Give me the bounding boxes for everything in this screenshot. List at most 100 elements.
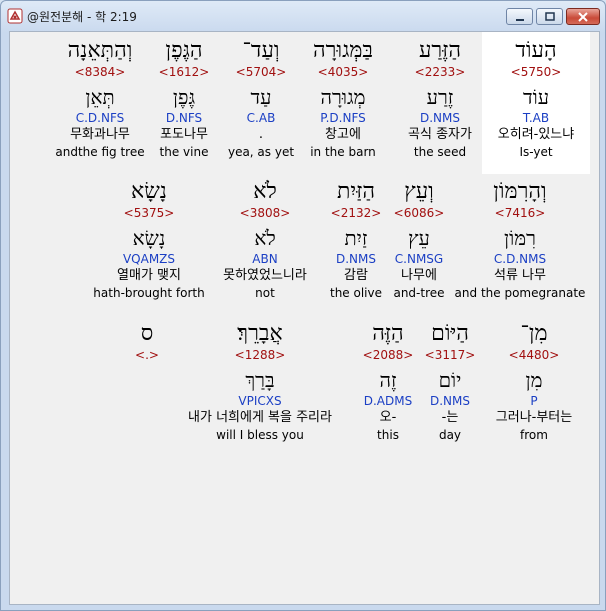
app-window: @원전분해 - 학 2:19 הָעוֹד <5750> עוֹד T.AB 오… bbox=[0, 0, 606, 611]
english-gloss: and the pomegranate bbox=[454, 286, 586, 300]
hebrew-word: וְעַד־ bbox=[242, 38, 280, 63]
lexical-form: מְגוּרָה bbox=[320, 85, 366, 109]
lexical-form: גֶּפֶן bbox=[172, 85, 196, 109]
parsing-code: T.AB bbox=[522, 111, 550, 125]
hebrew-word: הַזֶּרַע bbox=[418, 38, 462, 63]
korean-gloss: 석류 나무 bbox=[494, 268, 546, 283]
lexical-form: תְּאֵן bbox=[85, 85, 115, 109]
parsing-code: D.NMS bbox=[429, 394, 470, 408]
hebrew-word: וְהָרִמּוֹן bbox=[493, 179, 547, 204]
korean-gloss: 포도나무 bbox=[160, 127, 208, 142]
hebrew-word: ס bbox=[140, 321, 154, 346]
strong-number: <4480> bbox=[508, 348, 560, 362]
english-gloss: andthe fig tree bbox=[55, 145, 145, 159]
parsing-code: C.D.NFS bbox=[75, 111, 125, 125]
word-card[interactable]: וְעֵץ <6086> עֵץ C.NMSG 나무에 and-tree bbox=[393, 179, 444, 301]
strong-number: <5375> bbox=[123, 206, 175, 220]
hebrew-word: נָשָׂא bbox=[131, 179, 167, 204]
korean-gloss: 곡식 종자가 bbox=[408, 127, 472, 142]
strong-number: <7416> bbox=[494, 206, 546, 220]
close-button[interactable] bbox=[566, 8, 600, 25]
parsing-code: D.NMS bbox=[335, 252, 377, 266]
lexical-form: עַד bbox=[250, 85, 272, 109]
close-icon bbox=[578, 12, 588, 22]
word-card[interactable]: הַזַּיִת <2132> זַיִת D.NMS 감람 the olive bbox=[330, 179, 382, 301]
strong-number: <.> bbox=[135, 348, 159, 362]
korean-gloss: 내가 너희에게 복을 주리라 bbox=[188, 410, 332, 425]
minimize-icon bbox=[515, 19, 524, 21]
parsing-code: C.AB bbox=[246, 111, 276, 125]
korean-gloss: . bbox=[258, 127, 264, 142]
minimize-button[interactable] bbox=[506, 8, 533, 25]
word-card[interactable]: הַזֶּרַע <2233> זֶרַע D.NMS 곡식 종자가 the s… bbox=[408, 38, 472, 160]
lexical-form: לֹא bbox=[254, 226, 276, 250]
english-gloss: Is-yet bbox=[519, 145, 553, 159]
maximize-button[interactable] bbox=[536, 8, 563, 25]
english-gloss: the seed bbox=[413, 145, 467, 159]
word-card[interactable]: הַיּוֹם <3117> יוֹם D.NMS -는 day bbox=[425, 321, 476, 443]
hebrew-word: בַּמְּגוּרָה bbox=[313, 38, 373, 63]
parsing-code: ABN bbox=[252, 252, 278, 266]
korean-gloss: 열매가 맺지 bbox=[117, 268, 181, 283]
english-gloss: the olive bbox=[329, 286, 383, 300]
hebrew-word: לֹא bbox=[253, 179, 277, 204]
lexical-form: נָשָׂא bbox=[132, 226, 166, 250]
korean-gloss: 감람 bbox=[344, 268, 368, 283]
hebrew-word: הַזֶּה bbox=[372, 321, 404, 346]
hebrew-app-icon bbox=[7, 8, 23, 24]
english-gloss: hath-brought forth bbox=[93, 286, 205, 300]
lexical-form: זֶרַע bbox=[426, 85, 454, 109]
korean-gloss: 그러나-부터는 bbox=[495, 410, 573, 425]
english-gloss: will I bless you bbox=[216, 428, 304, 442]
strong-number: <3808> bbox=[239, 206, 291, 220]
word-card[interactable]: אֲבָרֵךְ׃ <1288> בָּרַךְ VPICXS 내가 너희에게 … bbox=[188, 321, 332, 443]
word-card[interactable]: הָעוֹד <5750> עוֹד T.AB 오히려-있느냐 Is-yet bbox=[498, 38, 574, 160]
hebrew-word: מִן־ bbox=[520, 321, 548, 346]
word-card[interactable]: ס <.> bbox=[135, 321, 159, 367]
strong-number: <2233> bbox=[414, 65, 466, 79]
strong-number: <3117> bbox=[424, 348, 476, 362]
hebrew-word: וְעֵץ bbox=[404, 179, 434, 204]
lexical-form: זַיִת bbox=[344, 226, 368, 250]
strong-number: <1612> bbox=[158, 65, 210, 79]
lexical-form: מִן bbox=[525, 368, 543, 392]
word-card[interactable]: לֹא <3808> לֹא ABN 못하였었느니라 not bbox=[223, 179, 307, 301]
word-card[interactable]: הַזֶּה <2088> זֶה D.ADMS 오- this bbox=[363, 321, 414, 443]
word-card[interactable]: וְעַד־ <5704> עַד C.AB . yea, as yet bbox=[228, 38, 294, 160]
english-gloss: in the barn bbox=[310, 145, 376, 159]
hebrew-word: הַיּוֹם bbox=[431, 321, 469, 346]
strong-number: <6086> bbox=[393, 206, 445, 220]
english-gloss: not bbox=[255, 286, 275, 300]
english-gloss: yea, as yet bbox=[227, 145, 295, 159]
parsing-code: VPICXS bbox=[238, 394, 282, 408]
lexical-form: יוֹם bbox=[438, 368, 462, 392]
hebrew-word: הַגֶּפֶן bbox=[165, 38, 203, 63]
parsing-code: D.NMS bbox=[419, 111, 460, 125]
english-gloss: and-tree bbox=[393, 286, 445, 300]
lexical-form: זֶה bbox=[379, 368, 397, 392]
strong-number: <2132> bbox=[330, 206, 382, 220]
parsing-code: C.D.NMS bbox=[493, 252, 547, 266]
strong-number: <4035> bbox=[317, 65, 369, 79]
parsing-code: P.D.NFS bbox=[320, 111, 366, 125]
strong-number: <8384> bbox=[74, 65, 126, 79]
lexical-form: בָּרַךְ bbox=[245, 368, 275, 392]
korean-gloss: 오히려-있느냐 bbox=[497, 127, 575, 142]
word-card[interactable]: הַגֶּפֶן <1612> גֶּפֶן D.NFS 포도나무 the vi… bbox=[159, 38, 210, 160]
word-card[interactable]: וְהָרִמּוֹן <7416> רִמּוֹן C.D.NMS 석류 나무… bbox=[455, 179, 586, 301]
title-bar[interactable]: @원전분해 - 학 2:19 bbox=[1, 1, 605, 31]
parsing-code: C.NMSG bbox=[394, 252, 444, 266]
english-gloss: the vine bbox=[159, 145, 209, 159]
window-title: @원전분해 - 학 2:19 bbox=[27, 10, 137, 24]
strong-number: <5750> bbox=[510, 65, 562, 79]
korean-gloss: 창고에 bbox=[325, 127, 361, 142]
korean-gloss: 못하였었느니라 bbox=[223, 268, 307, 283]
word-card[interactable]: בַּמְּגוּרָה <4035> מְגוּרָה P.D.NFS 창고에… bbox=[310, 38, 376, 160]
word-card[interactable]: נָשָׂא <5375> נָשָׂא VQAMZS 열매가 맺지 hath-… bbox=[93, 179, 204, 301]
strong-number: <2088> bbox=[362, 348, 414, 362]
word-card[interactable]: מִן־ <4480> מִן P 그러나-부터는 from bbox=[496, 321, 572, 443]
korean-gloss: 나무에 bbox=[401, 268, 437, 283]
parsing-code: P bbox=[530, 394, 538, 408]
word-card[interactable]: וְהַתְּאֵנָה <8384> תְּאֵן C.D.NFS 무화과나무… bbox=[55, 38, 144, 160]
parsing-code: VQAMZS bbox=[122, 252, 176, 266]
